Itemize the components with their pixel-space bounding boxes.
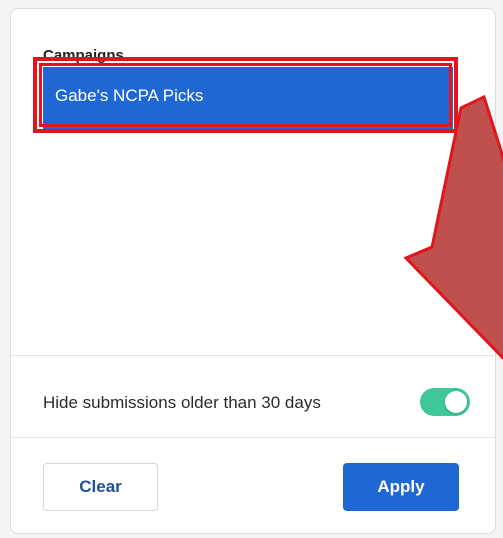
campaign-item-label: Gabe's NCPA Picks bbox=[55, 86, 204, 105]
campaign-filter-panel: Campaigns Gabe's NCPA Picks Hide submiss… bbox=[10, 8, 496, 534]
hide-old-submissions-toggle[interactable] bbox=[420, 388, 470, 416]
divider bbox=[11, 437, 495, 438]
divider bbox=[11, 355, 495, 356]
campaigns-heading: Campaigns bbox=[43, 47, 124, 64]
campaigns-list: Gabe's NCPA Picks bbox=[43, 67, 453, 143]
hide-old-submissions-label: Hide submissions older than 30 days bbox=[43, 393, 321, 412]
toggle-knob bbox=[445, 391, 467, 413]
clear-button[interactable]: Clear bbox=[43, 463, 158, 511]
apply-button[interactable]: Apply bbox=[343, 463, 459, 511]
hide-old-submissions-row: Hide submissions older than 30 days bbox=[43, 385, 473, 425]
campaign-item-selected[interactable]: Gabe's NCPA Picks bbox=[43, 67, 453, 129]
